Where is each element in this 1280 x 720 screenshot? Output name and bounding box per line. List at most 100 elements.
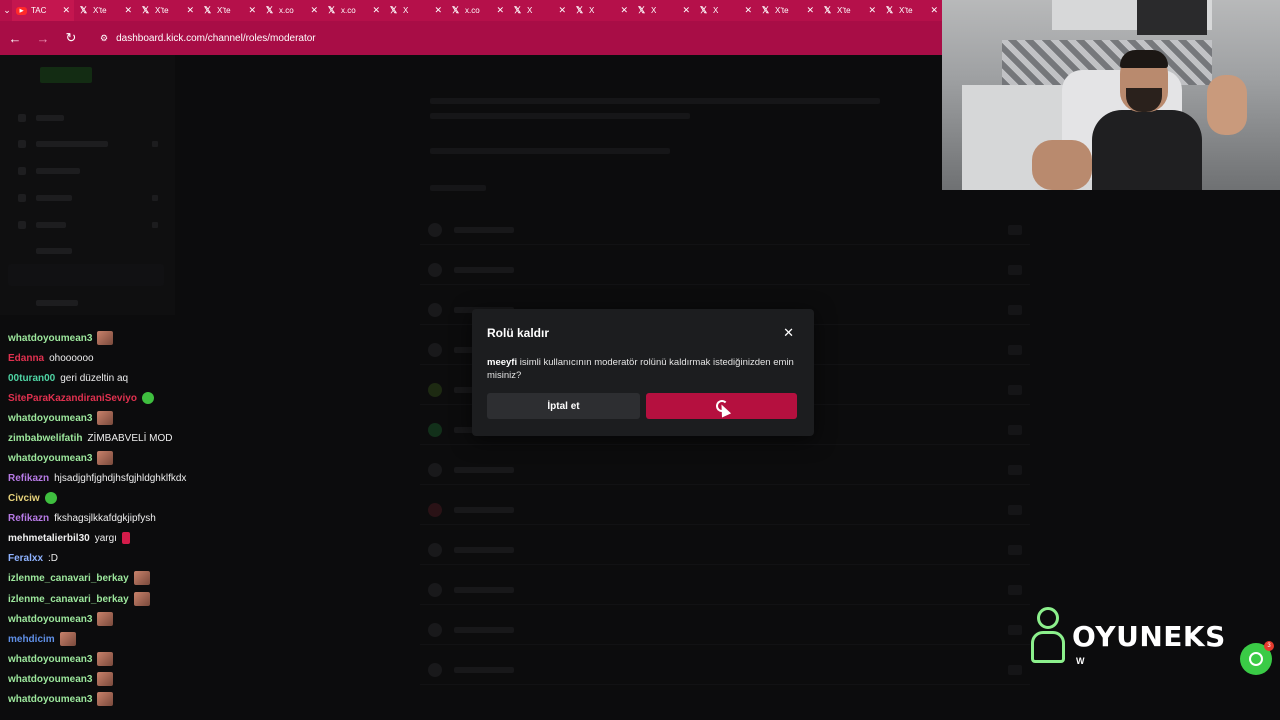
- browser-tab[interactable]: ▶ TAC ✕: [12, 0, 74, 21]
- tab-close-icon[interactable]: ✕: [434, 5, 442, 16]
- chat-username[interactable]: izlenme_canavari_berkay: [8, 594, 129, 605]
- browser-tab[interactable]: 𝕏x.co ✕: [322, 0, 384, 21]
- tab-close-icon[interactable]: ✕: [868, 5, 876, 16]
- chat-message: izlenme_canavari_berkay: [8, 568, 150, 588]
- x-logo-icon: 𝕏: [761, 5, 770, 15]
- chat-text: yargı: [94, 532, 117, 544]
- chat-username[interactable]: whatdoyoumean3: [8, 413, 92, 424]
- browser-tab[interactable]: 𝕏 X ✕: [508, 0, 570, 21]
- tab-close-icon[interactable]: ✕: [744, 5, 752, 16]
- browser-tab[interactable]: 𝕏 X ✕: [384, 0, 446, 21]
- site-info-icon[interactable]: ⚙: [100, 33, 108, 44]
- browser-tab[interactable]: 𝕏 X'te ✕: [136, 0, 198, 21]
- cancel-button[interactable]: İptal et: [487, 393, 640, 419]
- emote-icon: [97, 692, 114, 706]
- chat-username[interactable]: zimbabwelifatih: [8, 433, 82, 444]
- x-logo-icon: 𝕏: [699, 5, 708, 15]
- chat-username[interactable]: 00turan00: [8, 373, 55, 384]
- tab-title: TAC: [31, 6, 47, 15]
- tab-title: x.co: [279, 6, 294, 15]
- chat-username[interactable]: whatdoyoumean3: [8, 333, 92, 344]
- tab-close-icon[interactable]: ✕: [682, 5, 690, 16]
- whatsapp-chat-button[interactable]: 3: [1240, 641, 1274, 675]
- chat-username[interactable]: whatdoyoumean3: [8, 453, 92, 464]
- x-logo-icon: 𝕏: [513, 5, 522, 15]
- browser-tab[interactable]: 𝕏x.co ✕: [446, 0, 508, 21]
- chat-username[interactable]: whatdoyoumean3: [8, 694, 92, 705]
- chat-message: whatdoyoumean3: [8, 328, 114, 348]
- chat-message: whatdoyoumean3: [8, 649, 114, 669]
- emote-icon: [44, 492, 57, 504]
- browser-tab[interactable]: 𝕏 X ✕: [570, 0, 632, 21]
- tab-close-icon[interactable]: ✕: [496, 5, 504, 16]
- chat-username[interactable]: SiteParaKazandiraniSeviyo: [8, 393, 137, 404]
- browser-tab[interactable]: 𝕏x.co ✕: [260, 0, 322, 21]
- back-icon[interactable]: ←: [8, 31, 22, 46]
- browser-tab-strip: ⌄ ▶ TAC ✕ 𝕏 X'te ✕ 𝕏 X'te ✕ 𝕏 X'te ✕ 𝕏x.co ✕ 𝕏x.co ✕ 𝕏 X ✕…: [0, 0, 942, 21]
- chat-username[interactable]: Civciw: [8, 493, 40, 504]
- emote-icon: [133, 571, 150, 585]
- tab-title: X'te: [93, 6, 107, 15]
- moderator-row: [420, 615, 1030, 645]
- tab-close-icon[interactable]: ✕: [620, 5, 628, 16]
- emote-icon: [133, 592, 150, 606]
- browser-tab[interactable]: 𝕏 X'te ✕: [880, 0, 942, 21]
- tab-close-icon[interactable]: ✕: [930, 5, 938, 16]
- sidebar-subitem: [36, 296, 176, 310]
- forward-icon[interactable]: →: [36, 31, 50, 46]
- tab-close-icon[interactable]: ✕: [62, 5, 70, 16]
- moderator-row: [420, 655, 1030, 685]
- chat-username[interactable]: mehdicim: [8, 634, 55, 645]
- x-logo-icon: 𝕏: [265, 5, 274, 15]
- chat-text: hjsadjghfjghdjhsfgjhldghklfkdx: [54, 472, 187, 484]
- tab-close-icon[interactable]: ✕: [806, 5, 814, 16]
- sidebar-item: [18, 137, 158, 151]
- chat-username[interactable]: whatdoyoumean3: [8, 654, 92, 665]
- emote-icon: [97, 411, 114, 425]
- reload-icon[interactable]: ↻: [64, 30, 78, 46]
- chat-message: Feralxx:D: [8, 548, 58, 568]
- dashboard-sidebar: [0, 55, 175, 315]
- chat-username[interactable]: Feralxx: [8, 553, 43, 564]
- chat-username[interactable]: whatdoyoumean3: [8, 674, 92, 685]
- tab-close-icon[interactable]: ✕: [186, 5, 194, 16]
- moderator-row: [420, 575, 1030, 605]
- emote-icon: [97, 612, 114, 626]
- browser-tab[interactable]: 𝕏 X'te ✕: [198, 0, 260, 21]
- brand-name: OYUNEKS: [1072, 619, 1226, 653]
- chat-text: geri düzeltin aq: [60, 372, 129, 384]
- close-icon[interactable]: ✕: [783, 326, 794, 339]
- dialog-title: Rolü kaldır: [487, 326, 550, 340]
- chat-message: Edanna ohoooooo: [8, 348, 94, 368]
- browser-tab[interactable]: 𝕏 X'te ✕: [818, 0, 880, 21]
- emote-icon: [97, 451, 114, 465]
- chat-username[interactable]: izlenme_canavari_berkay: [8, 573, 129, 584]
- tab-list-menu-icon[interactable]: ⌄: [2, 0, 12, 21]
- emote-icon: [97, 331, 114, 345]
- tab-close-icon[interactable]: ✕: [372, 5, 380, 16]
- chat-message: whatdoyoumean3: [8, 609, 114, 629]
- browser-tab[interactable]: 𝕏 X ✕: [632, 0, 694, 21]
- sidebar-item: [18, 164, 158, 178]
- moderator-row: [420, 455, 1030, 485]
- browser-tab[interactable]: 𝕏 X'te ✕: [756, 0, 818, 21]
- browser-tab[interactable]: 𝕏 X ✕: [694, 0, 756, 21]
- x-logo-icon: 𝕏: [637, 5, 646, 15]
- tab-title: X'te: [837, 6, 851, 15]
- tab-close-icon[interactable]: ✕: [310, 5, 318, 16]
- add-moderator-field: [430, 148, 670, 154]
- chat-username[interactable]: Refikazn: [8, 513, 49, 524]
- chat-message: mehmetalierbil30 yargı: [8, 528, 130, 548]
- remove-role-dialog: Rolü kaldır ✕ meeyfi isimli kullanıcının…: [472, 309, 814, 436]
- chat-username[interactable]: Refikazn: [8, 473, 49, 484]
- chat-username[interactable]: Edanna: [8, 353, 44, 364]
- browser-tab[interactable]: 𝕏 X'te ✕: [74, 0, 136, 21]
- address-bar[interactable]: ⚙ dashboard.kick.com/channel/roles/moder…: [100, 33, 316, 44]
- chat-username[interactable]: whatdoyoumean3: [8, 614, 92, 625]
- dialog-message: meeyfi isimli kullanıcının moderatör rol…: [487, 356, 797, 382]
- chat-message: Civciw: [8, 488, 57, 508]
- chat-username[interactable]: mehmetalierbil30: [8, 533, 90, 544]
- tab-close-icon[interactable]: ✕: [124, 5, 132, 16]
- tab-close-icon[interactable]: ✕: [248, 5, 256, 16]
- tab-close-icon[interactable]: ✕: [558, 5, 566, 16]
